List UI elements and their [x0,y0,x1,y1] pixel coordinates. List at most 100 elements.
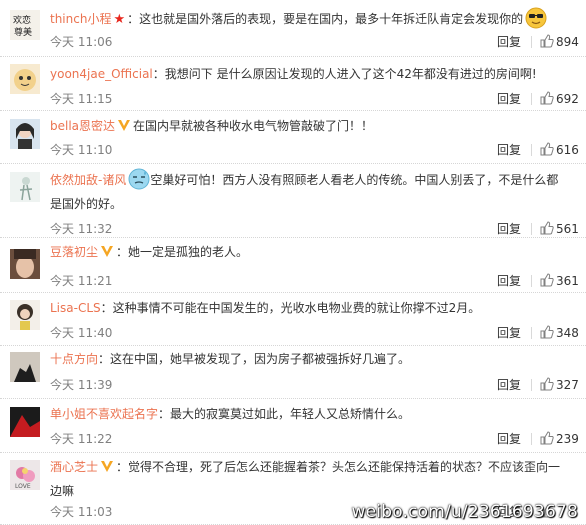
timestamp: 今天 11:32 [50,222,113,236]
comment-text-block: 酒心芝士 ：觉得不合理，死了后怎么还能握着茶？头怎么还能保持活着的状态？不应该歪向… [50,455,566,503]
comment-meta: 今天 11:39 回复 327 [50,375,586,395]
like-count: 348 [556,326,579,340]
username-link[interactable]: 依然加敌-诸风 [50,173,126,187]
comment-item: 十点方向：这在中国，她早被发现了，因为房子都被强拆好几遍了。 今天 11:39 回复… [0,345,586,399]
username-link[interactable]: 十点方向 [50,352,98,366]
comment-meta: 今天 11:15 回复 692 [50,89,586,109]
thumbs-up-icon [540,91,556,106]
avatar[interactable] [10,300,40,330]
comment-body: ：这也就是国外落后的表现，要是在国内，最多十年拆迁队肯定会发现你的 [127,12,524,26]
comment-meta: 今天 11:32 回复 561 [50,219,586,239]
timestamp: 今天 11:03 [50,505,113,519]
reply-button[interactable]: 回复 [497,219,521,239]
like-button[interactable]: 327 [540,375,579,395]
reply-button[interactable]: 回复 [497,323,521,343]
comment-meta: 今天 11:40 回复 348 [50,323,586,343]
timestamp: 今天 11:06 [50,35,113,49]
comment-text-block: yoon4jae_Official：我想问下 是什么原因让发现的人进入了这个42… [50,62,566,86]
comment-text-block: 依然加敌-诸风 空巢好可怕！西方人没有照顾老人看老人的传统。中国人别丢了，不是什么… [50,168,566,216]
comment-text-block: bella恩密达 在国内早就被各种收水电气物管敲破了门！！ [50,114,566,138]
comment-body: ：最大的寂寞莫过如此，年轻人又总矫情什么。 [158,407,411,421]
avatar[interactable]: 欢恋 尊美 [10,10,40,40]
comment-body: ：这在中国，她早被发现了，因为房子都被强拆好几遍了。 [98,352,411,366]
comment-body: ：觉得不合理，死了后怎么还能握着茶？头怎么还能保持活着的状态？不应该歪向一边嘛 [50,460,561,498]
like-button[interactable]: 361 [540,271,579,291]
avatar[interactable] [10,119,40,149]
thumbs-up-icon [540,431,556,446]
thumbs-up-icon [540,34,556,49]
divider [531,36,532,48]
reply-button[interactable]: 回复 [497,429,521,449]
like-button[interactable]: 616 [540,140,579,160]
comment-item: 欢恋 尊美 thinch小程 ★ ：这也就是国外落后的表现，要是在国内，最多十年拆迁队肯… [0,2,586,57]
comment-text-block: thinch小程 ★ ：这也就是国外落后的表现，要是在国内，最多十年拆迁队肯定会发现… [50,7,566,32]
divider [531,223,532,235]
like-count: 239 [556,432,579,446]
comment-item: Lisa-CLS：这种事情不可能在中国发生的，光收水电物业费的就让你撑不过2月。… [0,292,586,346]
comment-meta: 今天 11:21 回复 361 [50,271,586,291]
comment-text-block: 单小姐不喜欢起名字：最大的寂寞莫过如此，年轻人又总矫情什么。 [50,402,566,426]
username-link[interactable]: 豆落初尘 [50,245,98,259]
svg-text:尊美: 尊美 [14,26,32,38]
thumbs-up-icon [540,377,556,392]
comment-body: 在国内早就被各种收水电气物管敲破了门！！ [133,119,374,133]
thumbs-up-icon [540,273,556,288]
reply-button[interactable]: 回复 [497,271,521,291]
username-link[interactable]: Lisa-CLS [50,301,101,315]
star-badge-icon: ★ [113,12,126,27]
username-link[interactable]: thinch小程 [50,12,111,26]
avatar[interactable] [10,352,40,382]
divider [531,93,532,105]
timestamp: 今天 11:22 [50,432,113,446]
comment-body: ：她一定是孤独的老人。 [116,245,249,259]
like-button[interactable]: 348 [540,323,579,343]
sunglasses-emoji-icon [523,7,547,29]
avatar[interactable] [10,64,40,94]
verified-v-badge-icon [98,245,116,259]
comment-meta: 今天 11:22 回复 239 [50,429,586,449]
username-link[interactable]: bella恩密达 [50,119,115,133]
timestamp: 今天 11:21 [50,274,113,288]
like-button[interactable]: 692 [540,89,579,109]
timestamp: 今天 11:40 [50,326,113,340]
like-count: 692 [556,92,579,106]
username-link[interactable]: yoon4jae_Official [50,67,153,81]
verified-v-badge-icon [115,119,133,133]
like-count: 361 [556,274,579,288]
like-button[interactable]: 239 [540,429,579,449]
timestamp: 今天 11:10 [50,143,113,157]
comment-text-block: 十点方向：这在中国，她早被发现了，因为房子都被强拆好几遍了。 [50,347,566,371]
avatar[interactable] [10,249,40,279]
like-button[interactable]: 894 [540,32,579,52]
divider [531,379,532,391]
username-link[interactable]: 单小姐不喜欢起名字 [50,407,158,421]
comment-item: 依然加敌-诸风 空巢好可怕！西方人没有照顾老人看老人的传统。中国人别丢了，不是什么… [0,163,586,238]
like-button[interactable]: 561 [540,219,579,239]
reply-button[interactable]: 回复 [497,89,521,109]
comment-item: 豆落初尘 ：她一定是孤独的老人。今天 11:21 回复 361 [0,237,586,293]
comment-item: bella恩密达 在国内早就被各种收水电气物管敲破了门！！ 今天 11:10 回复 61… [0,110,586,164]
divider [531,327,532,339]
username-link[interactable]: 酒心芝士 [50,460,98,474]
avatar[interactable] [10,407,40,437]
comment-meta: 今天 11:06 回复 894 [50,32,586,52]
like-count: 616 [556,143,579,157]
like-count: 561 [556,222,579,236]
reply-button[interactable]: 回复 [497,32,521,52]
reply-button[interactable]: 回复 [497,140,521,160]
comment-body: ：我想问下 是什么原因让发现的人进入了这个42年都没有进过的房间啊! [152,67,537,81]
divider [531,144,532,156]
avatar[interactable] [10,172,40,202]
thumbs-up-icon [540,325,556,340]
sweat-face-emoji-icon [126,168,150,190]
weibo-watermark: weibo.com/u/2361693678 [352,502,578,522]
reply-button[interactable]: 回复 [497,375,521,395]
avatar[interactable]: LOVE [10,460,40,490]
timestamp: 今天 11:15 [50,92,113,106]
thumbs-up-icon [540,221,556,236]
thumbs-up-icon [540,142,556,157]
like-count: 894 [556,35,579,49]
comment-text-block: Lisa-CLS：这种事情不可能在中国发生的，光收水电物业费的就让你撑不过2月。 [50,296,566,320]
like-count: 327 [556,378,579,392]
svg-text:欢恋: 欢恋 [13,14,31,26]
